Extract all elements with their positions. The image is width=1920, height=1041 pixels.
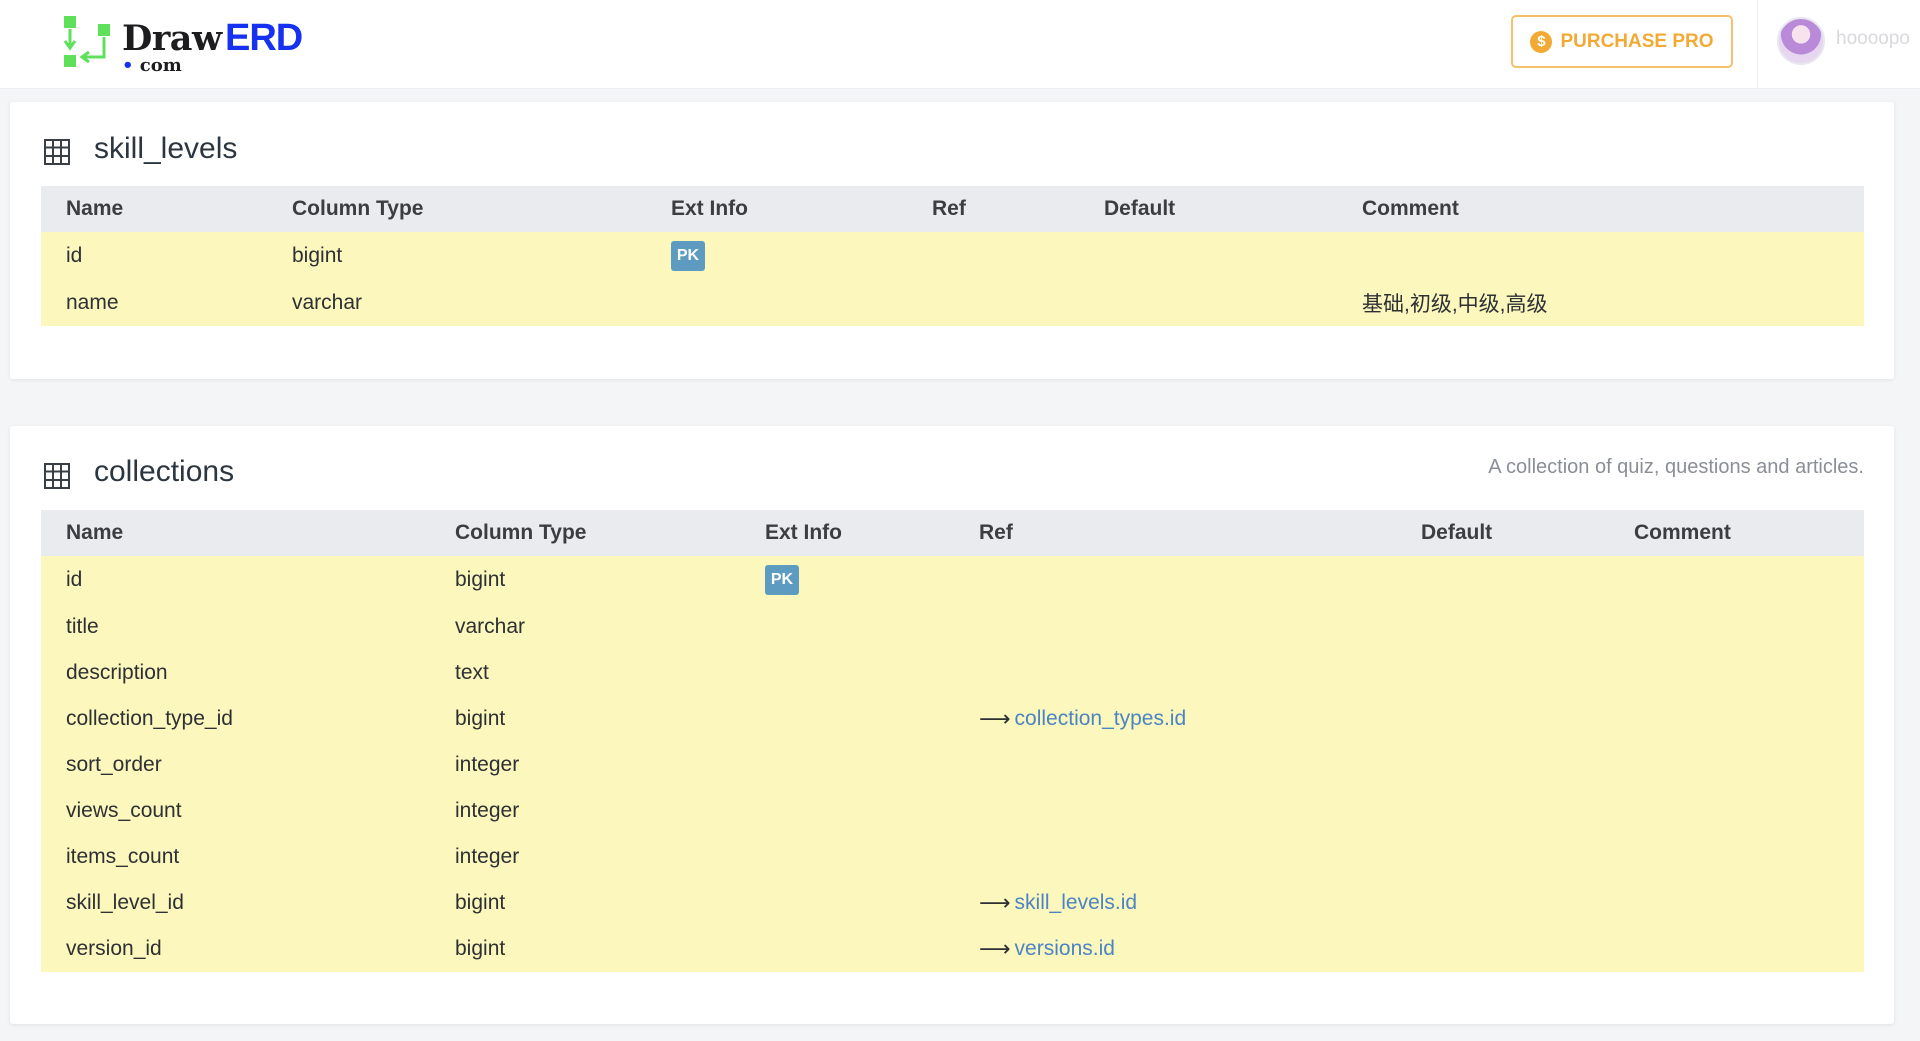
drawerd-logo[interactable]: Draw ERD • com xyxy=(62,15,312,75)
column-type: text xyxy=(455,661,489,684)
coin-icon: $ xyxy=(1530,30,1553,53)
avatar[interactable] xyxy=(1777,17,1825,65)
table-title: collections xyxy=(94,455,235,488)
table-row: collection_type_id bigint ⟶ collection_t… xyxy=(41,696,1864,742)
ref-link-versions[interactable]: versions.id xyxy=(1015,937,1115,961)
header-ref: Ref xyxy=(932,197,966,220)
column-type: bigint xyxy=(455,568,506,591)
logo-text-draw: Draw xyxy=(122,18,222,59)
header-default: Default xyxy=(1421,521,1493,544)
logo-text-com: • com xyxy=(122,57,182,75)
ref-link-skill-levels[interactable]: skill_levels.id xyxy=(1015,891,1138,915)
header-ext-info: Ext Info xyxy=(765,521,842,544)
column-name: name xyxy=(66,291,119,314)
purchase-pro-button[interactable]: $ PURCHASE PRO xyxy=(1511,15,1733,68)
table-row: items_count integer xyxy=(41,834,1864,880)
column-type: bigint xyxy=(455,937,506,960)
column-type: integer xyxy=(455,799,520,822)
header-column-type: Column Type xyxy=(455,521,587,544)
column-name: title xyxy=(66,615,99,638)
column-type: bigint xyxy=(292,244,343,267)
table-title: skill_levels xyxy=(94,132,238,165)
table-row: id bigint PK xyxy=(41,232,1864,280)
column-name: sort_order xyxy=(66,753,162,776)
table-card-skill-levels: skill_levels Name Column Type Ext Info R… xyxy=(10,102,1894,379)
table-row: name varchar 基础,初级,中级,高级 xyxy=(41,280,1864,326)
header-name: Name xyxy=(66,521,124,544)
logo-dot: • xyxy=(122,55,134,76)
column-type: integer xyxy=(455,845,520,868)
top-bar: Draw ERD • com $ PURCHASE PRO hoooopo xyxy=(0,0,1920,89)
header-comment: Comment xyxy=(1634,521,1731,544)
header-default: Default xyxy=(1104,197,1176,220)
table-description: A collection of quiz, questions and arti… xyxy=(1488,456,1864,478)
table-row: id bigint PK xyxy=(41,556,1864,604)
column-type: bigint xyxy=(455,891,506,914)
header-divider xyxy=(1757,0,1758,89)
table-header-row: Name Column Type Ext Info Ref Default Co… xyxy=(41,186,1864,232)
column-type: varchar xyxy=(292,291,363,314)
table-grid-icon xyxy=(44,463,70,489)
ref-arrow-icon: ⟶ xyxy=(979,706,1011,731)
column-name: version_id xyxy=(66,937,162,960)
table-card-collections: collections A collection of quiz, questi… xyxy=(10,426,1894,1024)
ext-info: PK xyxy=(765,556,799,604)
header-ref: Ref xyxy=(979,521,1013,544)
pk-badge: PK xyxy=(671,241,705,271)
logo-com-label: com xyxy=(139,55,182,76)
column-type: bigint xyxy=(455,707,506,730)
logo-text-erd: ERD xyxy=(225,17,303,59)
table-row: skill_level_id bigint ⟶ skill_levels.id xyxy=(41,880,1864,926)
ext-info: PK xyxy=(671,232,705,280)
table-row: views_count integer xyxy=(41,788,1864,834)
ref-arrow-icon: ⟶ xyxy=(979,890,1011,915)
columns-table: Name Column Type Ext Info Ref Default Co… xyxy=(41,510,1864,972)
column-name: id xyxy=(66,244,83,267)
header-name: Name xyxy=(66,197,124,220)
column-name: views_count xyxy=(66,799,182,822)
column-ref: ⟶ versions.id xyxy=(979,926,1115,972)
table-row: version_id bigint ⟶ versions.id xyxy=(41,926,1864,972)
table-grid-icon xyxy=(44,139,70,165)
column-ref: ⟶ skill_levels.id xyxy=(979,880,1137,926)
table-header-row: Name Column Type Ext Info Ref Default Co… xyxy=(41,510,1864,556)
ref-link-collection-types[interactable]: collection_types.id xyxy=(1015,707,1187,731)
table-row: description text xyxy=(41,650,1864,696)
table-row: title varchar xyxy=(41,604,1864,650)
ref-arrow-icon: ⟶ xyxy=(979,936,1011,961)
purchase-pro-label: PURCHASE PRO xyxy=(1560,30,1714,52)
logo-mark-icon xyxy=(63,16,110,67)
header-column-type: Column Type xyxy=(292,197,424,220)
username[interactable]: hoooopo xyxy=(1836,28,1910,50)
table-row: sort_order integer xyxy=(41,742,1864,788)
column-name: skill_level_id xyxy=(66,891,184,914)
column-name: collection_type_id xyxy=(66,707,233,730)
column-comment: 基础,初级,中级,高级 xyxy=(1362,293,1548,316)
header-ext-info: Ext Info xyxy=(671,197,748,220)
column-type: integer xyxy=(455,753,520,776)
column-ref: ⟶ collection_types.id xyxy=(979,696,1186,742)
column-name: description xyxy=(66,661,168,684)
column-name: items_count xyxy=(66,845,180,868)
column-type: varchar xyxy=(455,615,526,638)
columns-table: Name Column Type Ext Info Ref Default Co… xyxy=(41,186,1864,326)
header-comment: Comment xyxy=(1362,197,1459,220)
column-name: id xyxy=(66,568,83,591)
pk-badge: PK xyxy=(765,565,799,595)
